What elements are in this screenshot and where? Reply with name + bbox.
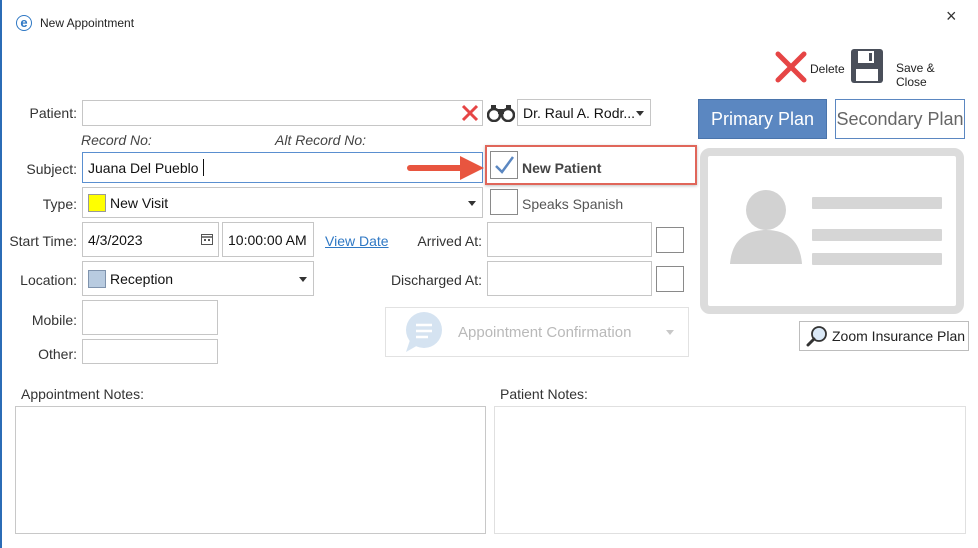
location-select[interactable]: Reception — [82, 261, 314, 296]
delete-label: Delete — [810, 62, 845, 76]
annotation-arrow-icon — [407, 156, 484, 180]
window-title: New Appointment — [40, 16, 135, 30]
record-no-label: Record No: — [81, 132, 152, 148]
alt-record-no-label: Alt Record No: — [275, 132, 367, 148]
zoom-insurance-plan-button[interactable]: Zoom Insurance Plan — [799, 321, 969, 351]
arrived-at-input[interactable] — [487, 222, 652, 257]
delete-button[interactable]: Delete — [774, 50, 846, 84]
other-input[interactable] — [82, 339, 218, 364]
provider-select[interactable]: Dr. Raul A. Rodr... — [517, 99, 651, 126]
start-date-input[interactable]: 4/3/2023 — [82, 222, 219, 257]
patient-label: Patient: — [29, 105, 77, 121]
close-icon[interactable]: × — [946, 6, 957, 27]
binoculars-icon[interactable] — [487, 104, 515, 122]
floppy-disk-icon — [851, 49, 883, 83]
mobile-label: Mobile: — [31, 312, 77, 328]
chevron-down-icon — [299, 276, 307, 282]
appointment-notes-textarea[interactable] — [15, 406, 486, 534]
subject-label: Subject: — [26, 161, 77, 177]
start-date-value: 4/3/2023 — [88, 231, 143, 248]
location-label: Location: — [20, 272, 77, 288]
discharged-at-checkbox[interactable] — [656, 266, 684, 292]
speaks-spanish-checkbox[interactable] — [490, 189, 518, 215]
delete-x-icon — [775, 51, 807, 83]
chevron-down-icon — [636, 110, 644, 116]
new-patient-label: New Patient — [522, 160, 602, 176]
arrived-at-label: Arrived At: — [417, 233, 482, 249]
window-left-border — [0, 0, 2, 548]
chat-bubble-icon — [406, 312, 442, 352]
speaks-spanish-label: Speaks Spanish — [522, 196, 624, 212]
subject-value: Juana Del Pueblo — [88, 159, 199, 176]
clear-patient-icon[interactable] — [460, 103, 480, 123]
patient-notes-label: Patient Notes: — [500, 386, 588, 402]
primary-plan-button[interactable]: Primary Plan — [698, 99, 827, 139]
checkmark-icon — [495, 156, 515, 174]
location-color-swatch — [88, 269, 106, 288]
save-and-close-button[interactable]: Save & Close — [850, 48, 968, 89]
arrived-at-checkbox[interactable] — [656, 227, 684, 253]
location-value: Reception — [110, 270, 174, 287]
new-patient-checkbox[interactable] — [490, 151, 518, 179]
app-logo-icon: e — [16, 15, 32, 31]
zoom-insurance-plan-label: Zoom Insurance Plan — [832, 328, 966, 344]
start-time-input[interactable]: 10:00:00 AM — [222, 222, 314, 257]
type-value: New Visit — [110, 194, 169, 211]
patient-input[interactable] — [82, 100, 483, 126]
type-color-swatch — [88, 193, 106, 212]
appointment-confirmation-dropdown[interactable]: Appointment Confirmation — [385, 307, 689, 357]
chevron-down-icon — [666, 330, 674, 335]
text-cursor — [202, 159, 204, 176]
insurance-card-placeholder — [700, 148, 964, 314]
type-select[interactable]: New Visit — [82, 187, 483, 218]
start-time-label: Start Time: — [9, 233, 77, 249]
patient-notes-textarea[interactable] — [494, 406, 966, 534]
save-and-close-label: Save & Close — [896, 61, 935, 89]
provider-value: Dr. Raul A. Rodr... — [523, 104, 636, 121]
start-time-value: 10:00:00 AM — [228, 231, 307, 248]
type-label: Type: — [42, 196, 77, 212]
discharged-at-label: Discharged At: — [390, 272, 482, 288]
discharged-at-input[interactable] — [487, 261, 652, 296]
calendar-icon[interactable] — [201, 233, 213, 245]
card-line-2 — [812, 229, 942, 241]
card-line-3 — [812, 253, 942, 265]
card-line-1 — [812, 197, 942, 209]
chevron-down-icon — [468, 200, 476, 206]
view-date-link[interactable]: View Date — [325, 233, 389, 249]
secondary-plan-button[interactable]: Secondary Plan — [835, 99, 965, 139]
other-label: Other: — [38, 346, 77, 362]
magnifier-icon — [806, 326, 827, 347]
appointment-notes-label: Appointment Notes: — [21, 386, 144, 402]
mobile-input[interactable] — [82, 300, 218, 335]
person-silhouette-icon — [730, 190, 802, 264]
appointment-confirmation-label: Appointment Confirmation — [458, 323, 632, 341]
